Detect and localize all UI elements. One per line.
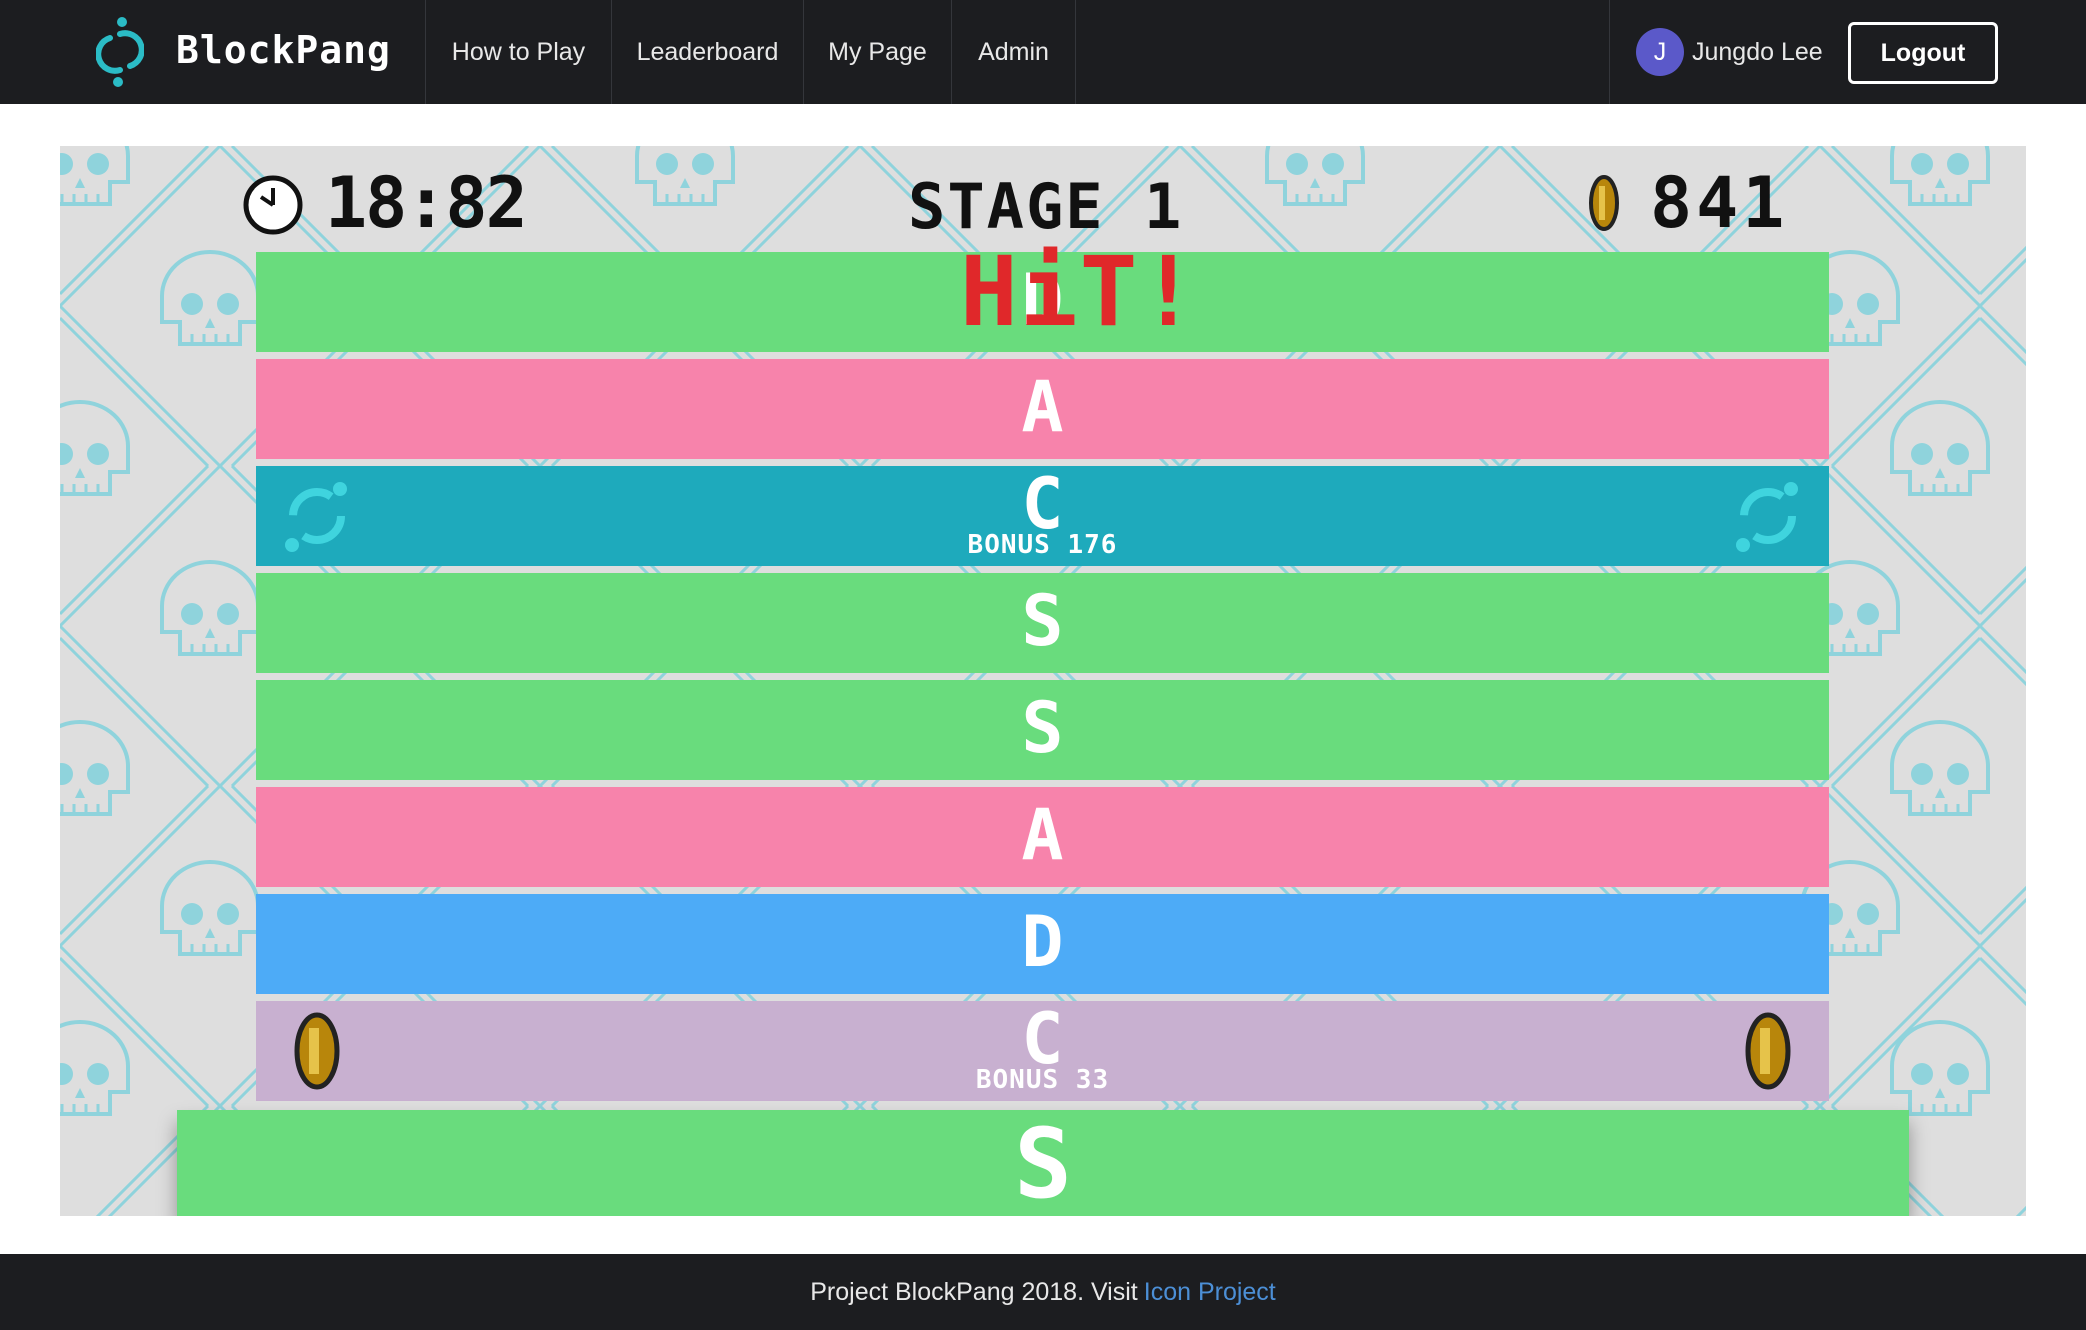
game-canvas[interactable]: 18:82 STAGE 1 841 D A C BONUS 176 S S A D C BONUS… (60, 146, 2026, 1216)
logout-button[interactable]: Logout (1848, 22, 1998, 84)
active-block-letter: S (1014, 1108, 1072, 1216)
footer: Project BlockPang 2018. Visit Icon Proje… (0, 1254, 2086, 1330)
block-row: A (256, 359, 1829, 459)
coin-icon (294, 1012, 340, 1090)
clock-icon (243, 175, 303, 235)
block-row: C BONUS 33 (256, 998, 1829, 1101)
nav-divider (1609, 0, 1610, 104)
coin-count: 841 (1650, 162, 1789, 244)
nav-divider (1075, 0, 1076, 104)
brand-logo-icon (96, 17, 144, 87)
bonus-label: BONUS 33 (975, 1065, 1110, 1095)
icon-logo-icon (1736, 482, 1798, 552)
navbar: BlockPang How to Play Leaderboard My Pag… (0, 0, 2086, 104)
avatar: J (1636, 28, 1684, 76)
stage-label: STAGE 1 (908, 170, 1184, 243)
block-row: C BONUS 176 (256, 463, 1829, 566)
block-row: S (256, 680, 1829, 780)
block-letter: S (1021, 687, 1064, 769)
block-row: D (256, 894, 1829, 994)
block-letter: A (1021, 794, 1064, 876)
icon-logo-icon (285, 482, 347, 552)
footer-link-icon-project[interactable]: Icon Project (1144, 1278, 1276, 1307)
coin-icon (1589, 175, 1619, 231)
hit-text: HiT! (960, 236, 1200, 348)
user-name: Jungdo Lee (1692, 37, 1823, 66)
active-block[interactable]: S (177, 1110, 1909, 1216)
brand-name: BlockPang (176, 28, 391, 72)
coin-icon (1745, 1012, 1791, 1090)
nav-leaderboard[interactable]: Leaderboard (611, 0, 803, 104)
timer: 18:82 (325, 162, 528, 244)
block-row: S (256, 573, 1829, 673)
nav-my-page[interactable]: My Page (803, 0, 951, 104)
block-row: A (256, 787, 1829, 887)
user-profile[interactable]: J Jungdo Lee (1636, 28, 1823, 76)
block-letter: A (1021, 366, 1064, 448)
brand[interactable]: BlockPang (96, 14, 390, 90)
block-letter: S (1021, 580, 1064, 662)
nav-how-to-play[interactable]: How to Play (425, 0, 611, 104)
block-letter: D (1021, 901, 1064, 983)
nav-admin[interactable]: Admin (951, 0, 1075, 104)
bonus-label: BONUS 176 (967, 530, 1118, 560)
footer-text: Project BlockPang 2018. Visit (810, 1277, 1138, 1306)
